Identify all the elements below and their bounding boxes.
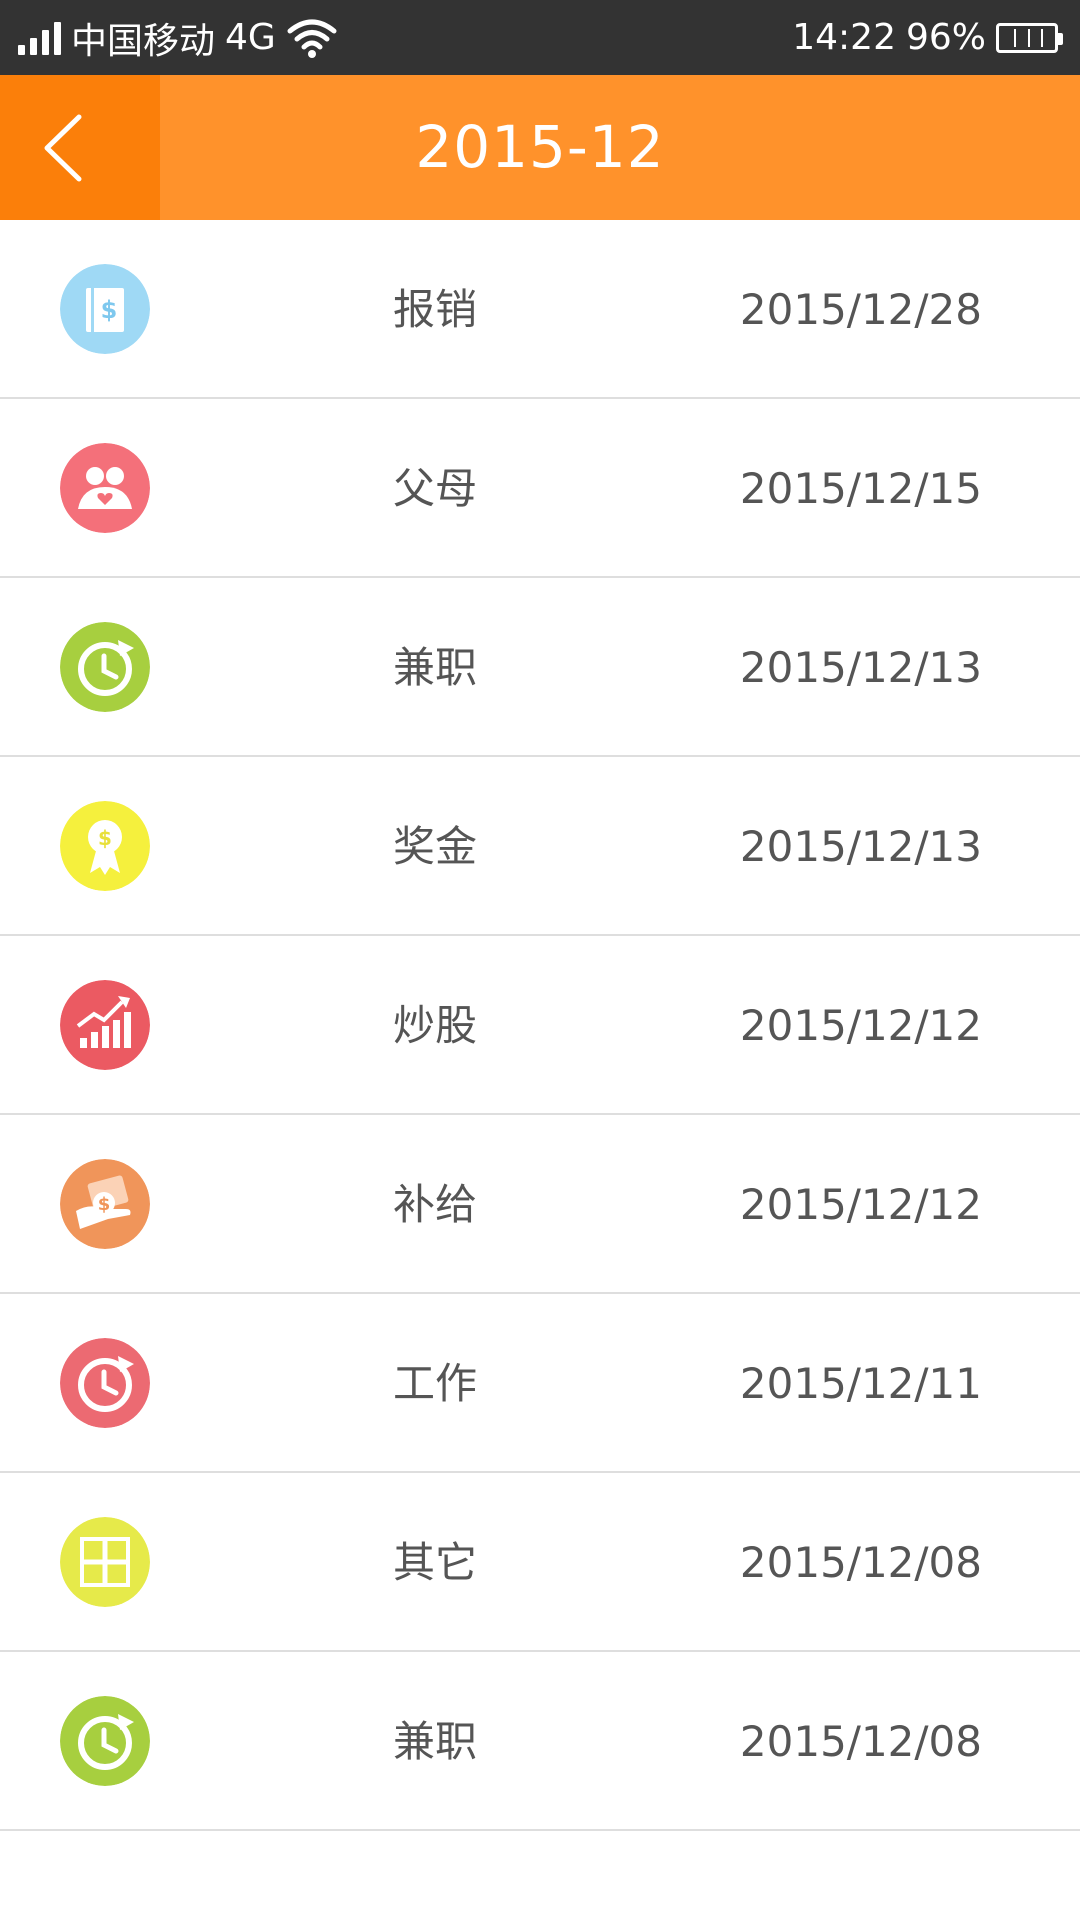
list-item[interactable]: $ 补给 2015/12/12 [0,1115,1080,1294]
parents-icon [60,443,150,533]
svg-text:$: $ [101,296,118,324]
record-category: 兼职 [393,643,478,692]
record-date: 2015/12/11 [739,1359,982,1408]
back-button[interactable] [0,75,160,220]
list-item[interactable]: 兼职 2015/12/13 [0,578,1080,757]
battery-level: 96% [905,17,986,58]
record-date: 2015/12/28 [739,285,982,334]
list-item[interactable]: 炒股 2015/12/12 [0,936,1080,1115]
list-item[interactable]: $ 奖金 2015/12/13 [0,757,1080,936]
record-category: 工作 [393,1359,478,1408]
carrier-name: 中国移动 [71,20,216,62]
bonus-medal-icon: $ [60,801,150,891]
record-list: $ 报销 2015/12/28 父母 2015/12/15 兼职 2015/12… [0,220,1080,1831]
signal-icon [18,21,61,55]
app-header: 2015-12 [0,75,1080,220]
record-category: 父母 [393,464,478,513]
part-time-clock-icon [60,1696,150,1786]
record-category: 报销 [393,285,478,334]
status-left: 中国移动 4G [18,12,338,64]
svg-text:$: $ [98,826,112,850]
battery-icon [996,22,1063,53]
page-title: 2015-12 [415,113,665,181]
record-date: 2015/12/13 [739,822,982,871]
record-date: 2015/12/08 [739,1538,982,1587]
list-item[interactable]: 父母 2015/12/15 [0,399,1080,578]
reimbursement-icon: $ [60,264,150,354]
list-item[interactable]: $ 报销 2015/12/28 [0,220,1080,399]
svg-text:$: $ [98,1194,111,1215]
record-category: 炒股 [393,1001,478,1050]
list-item[interactable]: 兼职 2015/12/08 [0,1652,1080,1831]
record-date: 2015/12/12 [739,1180,982,1229]
list-item[interactable]: 工作 2015/12/11 [0,1294,1080,1473]
clock: 14:22 [792,17,896,58]
stock-chart-icon [60,980,150,1070]
wifi-icon [287,19,337,58]
record-date: 2015/12/08 [739,1717,982,1766]
work-clock-icon [60,1338,150,1428]
record-date: 2015/12/12 [739,1001,982,1050]
network-type: 4G [225,17,276,58]
part-time-clock-icon [60,622,150,712]
record-category: 奖金 [393,822,478,871]
status-bar: 中国移动 4G 14:22 96% [0,0,1080,75]
record-date: 2015/12/15 [739,464,982,513]
allowance-icon: $ [60,1159,150,1249]
record-date: 2015/12/13 [739,643,982,692]
list-item[interactable]: 其它 2015/12/08 [0,1473,1080,1652]
chevron-left-icon [44,114,82,181]
other-grid-icon [60,1517,150,1607]
record-category: 其它 [393,1538,478,1587]
record-category: 补给 [393,1180,478,1229]
record-category: 兼职 [393,1717,478,1766]
status-right: 14:22 96% [792,17,1063,58]
